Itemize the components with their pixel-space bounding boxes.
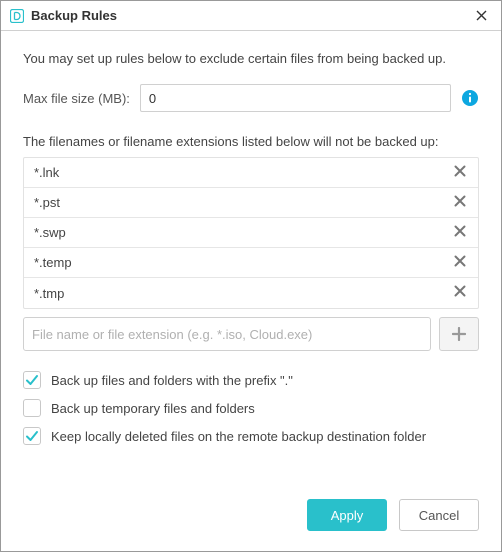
add-extension-row — [23, 317, 479, 351]
extension-item: *.tmp — [24, 278, 478, 308]
checkbox-row[interactable]: Back up temporary files and folders — [23, 399, 479, 417]
dialog-footer: Apply Cancel — [1, 483, 501, 551]
checkbox-row[interactable]: Keep locally deleted files on the remote… — [23, 427, 479, 445]
checkbox[interactable] — [23, 427, 41, 445]
extension-label: *.lnk — [34, 165, 452, 180]
max-file-size-label: Max file size (MB): — [23, 91, 130, 106]
cancel-button[interactable]: Cancel — [399, 499, 479, 531]
extension-item: *.pst — [24, 188, 478, 218]
extension-label: *.tmp — [34, 286, 452, 301]
checkbox-label: Keep locally deleted files on the remote… — [51, 429, 426, 444]
add-extension-input[interactable] — [23, 317, 431, 351]
app-icon — [9, 8, 25, 24]
info-icon[interactable] — [461, 89, 479, 107]
plus-icon — [452, 327, 466, 341]
checkbox[interactable] — [23, 399, 41, 417]
remove-extension-icon[interactable] — [452, 254, 468, 272]
checkbox-label: Back up temporary files and folders — [51, 401, 255, 416]
check-icon — [25, 429, 39, 443]
checkbox-label: Back up files and folders with the prefi… — [51, 373, 293, 388]
dialog-body: You may set up rules below to exclude ce… — [1, 31, 501, 483]
remove-extension-icon[interactable] — [452, 224, 468, 242]
max-file-size-input[interactable] — [140, 84, 451, 112]
remove-extension-icon[interactable] — [452, 194, 468, 212]
window-title: Backup Rules — [31, 8, 469, 23]
check-icon — [25, 373, 39, 387]
apply-button[interactable]: Apply — [307, 499, 387, 531]
description-text: You may set up rules below to exclude ce… — [23, 51, 479, 66]
backup-rules-dialog: Backup Rules You may set up rules below … — [0, 0, 502, 552]
add-extension-button[interactable] — [439, 317, 479, 351]
checkbox[interactable] — [23, 371, 41, 389]
extension-item: *.lnk — [24, 158, 478, 188]
extension-label: *.swp — [34, 225, 452, 240]
max-file-size-row: Max file size (MB): — [23, 84, 479, 112]
filenames-label: The filenames or filename extensions lis… — [23, 134, 479, 149]
extension-list: *.lnk *.pst *.swp *.temp *.tmp — [23, 157, 479, 309]
remove-extension-icon[interactable] — [452, 164, 468, 182]
extension-item: *.swp — [24, 218, 478, 248]
extension-label: *.pst — [34, 195, 452, 210]
close-icon[interactable] — [469, 8, 493, 24]
checkbox-row[interactable]: Back up files and folders with the prefi… — [23, 371, 479, 389]
checkbox-group: Back up files and folders with the prefi… — [23, 371, 479, 445]
remove-extension-icon[interactable] — [452, 284, 468, 302]
titlebar: Backup Rules — [1, 1, 501, 31]
extension-label: *.temp — [34, 255, 452, 270]
extension-item: *.temp — [24, 248, 478, 278]
